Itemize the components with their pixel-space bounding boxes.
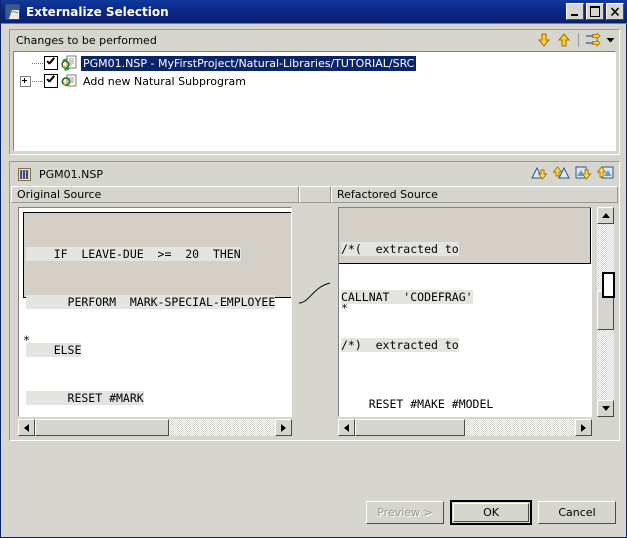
dialog-button-bar: Preview > OK Cancel <box>1 487 626 537</box>
title-bar: Externalize Selection <box>1 0 627 24</box>
externalize-selection-dialog: Externalize Selection Changes to be perf… <box>0 0 627 538</box>
code-line: CALLNAT 'CODEFRAG' <box>341 290 473 304</box>
window-controls <box>566 3 624 20</box>
original-source-title: Original Source <box>11 186 299 203</box>
changes-panel-label: Changes to be performed <box>16 33 157 47</box>
changes-tree[interactable]: PGM01.NSP - MyFirstProject/Natural-Libra… <box>13 51 616 151</box>
tree-connector <box>32 54 44 72</box>
scroll-left-button[interactable] <box>18 419 35 436</box>
code-line: RESET #MARK <box>26 391 144 405</box>
previous-change-diff-icon[interactable] <box>596 164 614 181</box>
tree-expander-placeholder <box>18 54 32 72</box>
gutter-title <box>299 186 331 203</box>
source-file-icon <box>17 167 32 182</box>
next-change-diff-icon[interactable] <box>574 164 592 181</box>
ok-button[interactable]: OK <box>450 499 532 525</box>
original-source-editor-wrap: IF LEAVE-DUE >= 20 THEN PERFORM MARK-SPE… <box>11 203 299 439</box>
compare-file-label: PGM01.NSP <box>39 167 103 181</box>
original-highlight-code: IF LEAVE-DUE >= 20 THEN PERFORM MARK-SPE… <box>24 213 291 416</box>
scroll-left-button[interactable] <box>338 419 355 436</box>
code-line: PERFORM MARK-SPECIAL-EMPLOYEE <box>26 295 276 309</box>
diff-connector-line <box>299 282 331 304</box>
natural-program-icon <box>61 55 77 71</box>
tree-checkbox[interactable] <box>44 74 58 88</box>
code-line: /*) extracted to <box>341 338 459 352</box>
cancel-button[interactable]: Cancel <box>538 500 616 524</box>
next-difference-icon[interactable] <box>530 164 548 181</box>
compare-panel: PGM01.NSP Original Source IF LEAVE-DUE >… <box>9 161 620 441</box>
scroll-thumb[interactable] <box>35 419 170 436</box>
next-change-icon[interactable] <box>535 32 553 49</box>
refactored-source-pane: Refactored Source /*( extracted to CALLN… <box>331 186 618 439</box>
refactored-source-label: Refactored Source <box>337 188 438 201</box>
code-line: /*( extracted to <box>341 242 459 256</box>
tree-item-label[interactable]: PGM01.NSP - MyFirstProject/Natural-Libra… <box>81 55 417 71</box>
scroll-thumb[interactable] <box>355 419 465 436</box>
preview-button[interactable]: Preview > <box>366 500 444 524</box>
code-line: RESET #MAKE #MODEL <box>341 397 494 411</box>
previous-change-icon[interactable] <box>555 32 573 49</box>
diff-gutter <box>299 186 331 439</box>
original-highlight-block: IF LEAVE-DUE >= 20 THEN PERFORM MARK-SPE… <box>23 212 291 405</box>
toolbar-separator <box>578 33 579 47</box>
tree-checkbox[interactable] <box>44 56 58 70</box>
compare-panel-header: PGM01.NSP <box>10 162 619 186</box>
original-horizontal-scrollbar[interactable] <box>18 419 292 436</box>
scroll-right-button[interactable] <box>575 419 592 436</box>
tree-row[interactable]: PGM01.NSP - MyFirstProject/Natural-Libra… <box>14 54 615 72</box>
tree-connector <box>32 72 44 90</box>
changes-toolbar <box>535 31 616 49</box>
scroll-track[interactable] <box>35 419 275 436</box>
window-title: Externalize Selection <box>26 4 169 19</box>
compare-body: Original Source IF LEAVE-DUE >= 20 THEN … <box>11 186 618 439</box>
refactored-source-editor-wrap: /*( extracted to CALLNAT 'CODEFRAG' /*) … <box>331 203 618 439</box>
tree-item-label[interactable]: Add new Natural Subprogram <box>81 74 248 89</box>
scroll-track[interactable] <box>597 224 614 400</box>
original-source-label: Original Source <box>17 188 102 201</box>
refactored-source-title: Refactored Source <box>331 186 618 203</box>
scroll-up-button[interactable] <box>597 207 614 224</box>
scroll-down-button[interactable] <box>597 400 614 417</box>
previous-difference-icon[interactable] <box>552 164 570 181</box>
scroll-track[interactable] <box>355 419 575 436</box>
refactored-highlight-code: /*( extracted to CALLNAT 'CODEFRAG' /*) … <box>339 208 590 385</box>
tree-expand-toggle[interactable] <box>18 72 32 90</box>
refactored-vertical-scrollbar[interactable] <box>597 207 614 417</box>
scroll-right-button[interactable] <box>275 419 292 436</box>
code-line: ELSE <box>26 343 82 357</box>
changes-panel-header: Changes to be performed <box>10 30 619 50</box>
close-button[interactable] <box>606 3 624 20</box>
natural-subprogram-icon <box>61 73 77 89</box>
code-line: IF LEAVE-DUE >= 20 THEN <box>26 247 241 261</box>
menu-chevron-down-icon[interactable] <box>604 32 616 49</box>
refactored-highlight-block: /*( extracted to CALLNAT 'CODEFRAG' /*) … <box>339 208 591 352</box>
changes-panel: Changes to be performed PGM01.NSP - MyFi… <box>9 29 620 155</box>
refactored-source-editor[interactable]: /*( extracted to CALLNAT 'CODEFRAG' /*) … <box>338 207 592 417</box>
minimize-button[interactable] <box>566 3 584 20</box>
tree-row[interactable]: Add new Natural Subprogram <box>14 72 615 90</box>
filter-changes-icon[interactable] <box>584 32 602 49</box>
externalize-icon <box>5 4 21 20</box>
compare-toolbar <box>530 164 614 181</box>
diff-overview-marker <box>602 272 615 298</box>
maximize-button[interactable] <box>586 3 604 20</box>
ok-button-label: OK <box>453 502 529 522</box>
original-source-editor[interactable]: IF LEAVE-DUE >= 20 THEN PERFORM MARK-SPE… <box>18 207 292 417</box>
refactored-horizontal-scrollbar[interactable] <box>338 419 592 436</box>
original-source-pane: Original Source IF LEAVE-DUE >= 20 THEN … <box>11 186 299 439</box>
